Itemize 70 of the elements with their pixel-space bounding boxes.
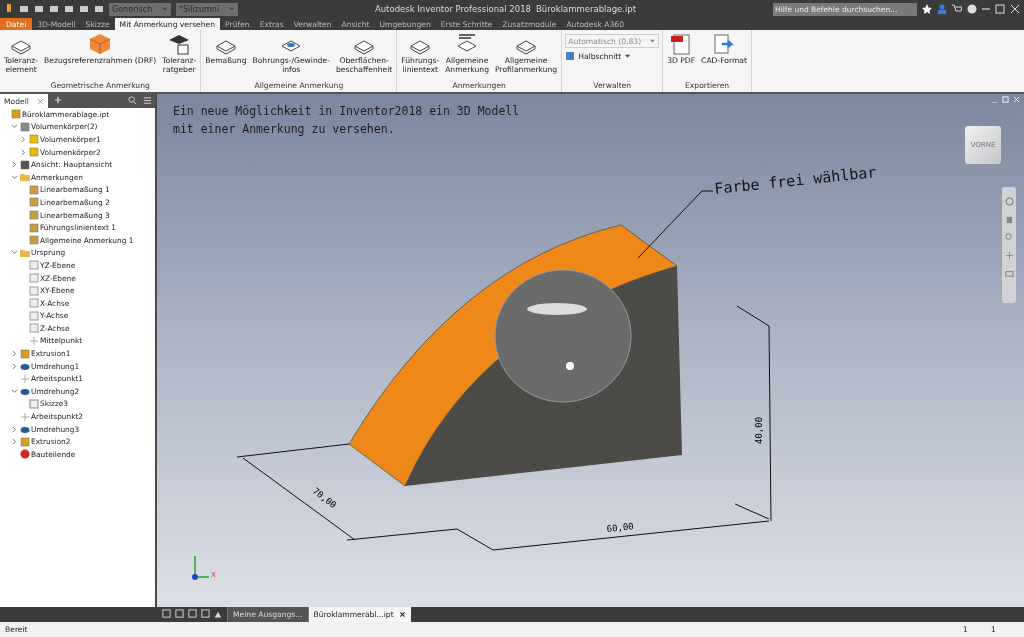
close-icon [1010, 4, 1020, 14]
point-icon [20, 411, 30, 422]
plane-icon [29, 398, 39, 409]
file-name: Büroklammerablage.ipt [536, 4, 637, 14]
caret-icon [228, 5, 235, 13]
plane-icon [29, 285, 39, 296]
chevron-icon[interactable] [11, 362, 18, 370]
folder-icon [20, 172, 30, 183]
chevron-icon[interactable] [11, 350, 18, 358]
dimension-text: 40,00 [754, 416, 764, 444]
user-icon [937, 4, 947, 14]
leader-icon [29, 222, 39, 233]
stop-icon [20, 449, 30, 460]
chevron-icon[interactable] [11, 173, 18, 181]
axis-icon [29, 323, 39, 334]
chevron-icon[interactable] [11, 387, 18, 395]
plane-icon [29, 260, 39, 271]
cube-icon [88, 32, 113, 56]
revolve-icon [20, 386, 30, 397]
star-icon [922, 4, 932, 14]
plane-icon [29, 273, 39, 283]
folder-icon [20, 247, 30, 258]
part-icon [11, 109, 21, 120]
close-icon [1013, 96, 1020, 103]
section-icon [565, 51, 576, 61]
triangle-up-icon [214, 610, 222, 619]
axis-icon [29, 310, 39, 321]
search-icon [128, 95, 137, 105]
chevron-icon[interactable] [20, 136, 27, 143]
caret-icon [161, 5, 168, 13]
restore-icon [1002, 96, 1009, 103]
view-icon [20, 159, 30, 170]
minimize-icon [982, 8, 990, 10]
orbit-icon [1004, 251, 1014, 260]
cart-icon [952, 4, 962, 14]
menu-icon [143, 95, 152, 105]
revolve-icon [20, 361, 30, 372]
chevron-icon[interactable] [11, 161, 18, 169]
close-icon [36, 97, 44, 105]
extrusion-icon [20, 348, 30, 359]
extrusion-icon [20, 436, 30, 447]
axis-triad-icon [192, 555, 210, 580]
caret-icon [649, 37, 657, 45]
navigation-bar[interactable] [1002, 187, 1016, 303]
callout-text: Farbe frei wählbar [713, 163, 878, 198]
app-logo-icon [4, 3, 14, 13]
app-logo[interactable] [4, 3, 14, 15]
close-icon [398, 611, 406, 618]
chevron-icon[interactable] [11, 438, 18, 446]
chevron-icon[interactable] [11, 425, 18, 433]
annotation-note: Ein neue Möglichkeit in Inventor2018 ein 3D Modell mit einer Anmerkung zu versehen. [173, 103, 520, 138]
point-icon [20, 373, 30, 384]
solids-icon [20, 121, 30, 132]
chevron-icon[interactable] [11, 123, 18, 131]
chevron-icon[interactable] [20, 148, 27, 156]
solid-icon [29, 147, 39, 158]
chevron-icon[interactable] [11, 249, 18, 257]
dimension-icon [29, 210, 39, 221]
axis-icon [29, 298, 39, 309]
dimension-icon [29, 184, 39, 195]
revolve-icon [20, 424, 30, 435]
window-title: Autodesk Inventor Professional 2018 [374, 4, 531, 14]
maximize-icon [995, 4, 1005, 14]
dimension-text: 60,00 [606, 521, 635, 534]
note-icon [29, 235, 39, 246]
caret-icon [624, 52, 632, 60]
solid-icon [29, 134, 39, 145]
point-icon [29, 336, 39, 346]
dimension-icon [29, 197, 39, 208]
plus-icon [53, 96, 62, 104]
